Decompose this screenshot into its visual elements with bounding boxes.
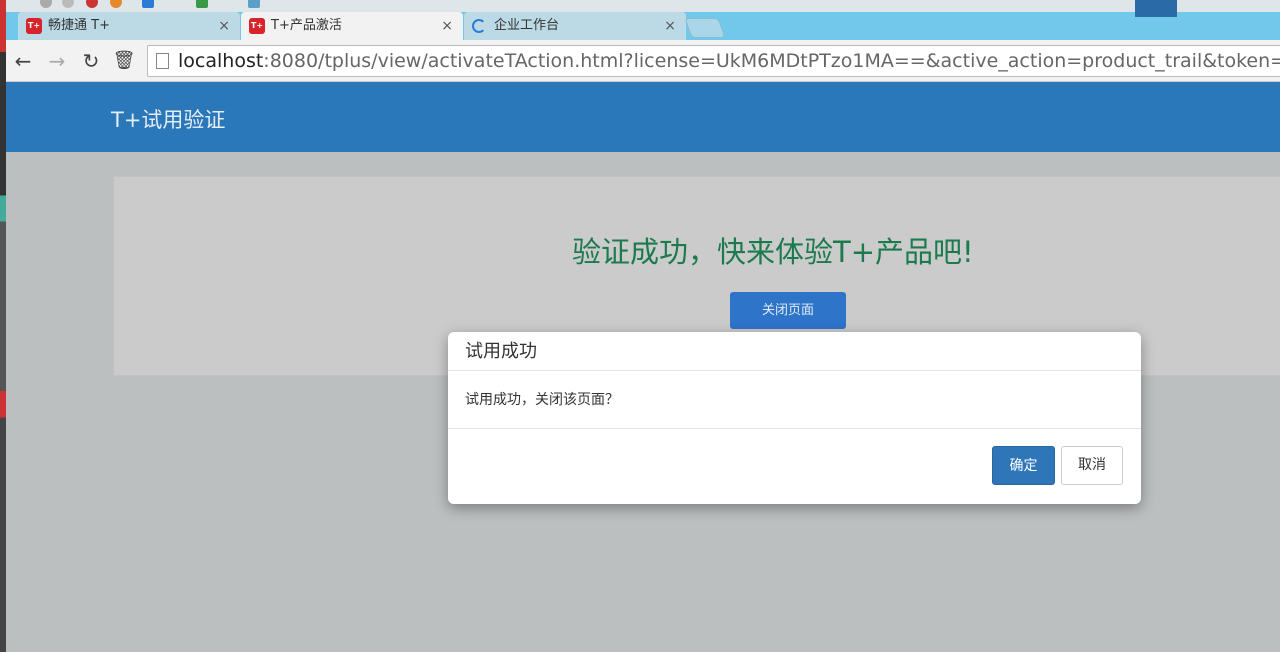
- dialog-footer: 确定 取消: [448, 429, 1141, 504]
- new-tab-button[interactable]: [684, 18, 726, 38]
- tab-label: 畅捷通 T+: [48, 18, 110, 33]
- reload-icon[interactable]: ↻: [79, 49, 103, 73]
- url-host: localhost: [178, 50, 264, 72]
- loading-spinner-icon: [472, 19, 486, 33]
- tab-label: 企业工作台: [494, 18, 560, 33]
- address-bar[interactable]: localhost:8080/tplus/view/activateTActio…: [147, 45, 1280, 77]
- close-icon[interactable]: ×: [218, 12, 230, 40]
- success-headline: 验证成功，快来体验T+产品吧!: [572, 235, 974, 269]
- close-icon[interactable]: ×: [441, 12, 453, 40]
- tab-product-activation[interactable]: T+ T+产品激活 ×: [241, 12, 463, 40]
- bookmark-icon[interactable]: [196, 0, 208, 8]
- tab-enterprise-workbench[interactable]: 企业工作台 ×: [464, 12, 686, 40]
- close-page-button[interactable]: 关闭页面: [730, 292, 846, 329]
- trash-icon[interactable]: 🗑: [112, 49, 136, 73]
- page-header: T+试用验证: [0, 82, 1280, 152]
- back-arrow-icon[interactable]: ←: [11, 49, 35, 73]
- desktop-edge: [0, 0, 6, 652]
- bookmark-icon[interactable]: [40, 0, 52, 8]
- bookmark-icon-row: [0, 0, 1280, 12]
- cancel-button[interactable]: 取消: [1061, 446, 1123, 485]
- bookmark-icon[interactable]: [62, 0, 74, 8]
- window-corner: [1135, 0, 1177, 17]
- bookmark-icon[interactable]: [142, 0, 154, 8]
- forward-arrow-icon[interactable]: →: [45, 49, 69, 73]
- browser-tab-strip: T+ 畅捷通 T+ × T+ T+产品激活 × 企业工作台 ×: [0, 12, 1280, 40]
- page-icon: [156, 53, 169, 69]
- dialog-title: 试用成功: [448, 332, 1141, 371]
- t-plus-logo-icon: T+: [249, 18, 265, 34]
- tab-changjietong[interactable]: T+ 畅捷通 T+ ×: [18, 12, 240, 40]
- t-plus-logo-icon: T+: [26, 18, 42, 34]
- bookmark-icon[interactable]: [110, 0, 122, 8]
- bookmark-icon[interactable]: [248, 0, 260, 8]
- bookmark-icon[interactable]: [86, 0, 98, 8]
- trial-success-dialog: 试用成功 试用成功，关闭该页面？ 确定 取消: [448, 332, 1141, 504]
- browser-toolbar: ← → ↻ 🗑 localhost:8080/tplus/view/activa…: [0, 40, 1280, 82]
- close-icon[interactable]: ×: [664, 12, 676, 40]
- dialog-message: 试用成功，关闭该页面？: [448, 371, 1141, 429]
- url-path: :8080/tplus/view/activateTAction.html?li…: [263, 50, 1280, 72]
- tab-label: T+产品激活: [271, 18, 342, 33]
- confirm-button[interactable]: 确定: [992, 446, 1055, 485]
- page-title: T+试用验证: [111, 108, 226, 132]
